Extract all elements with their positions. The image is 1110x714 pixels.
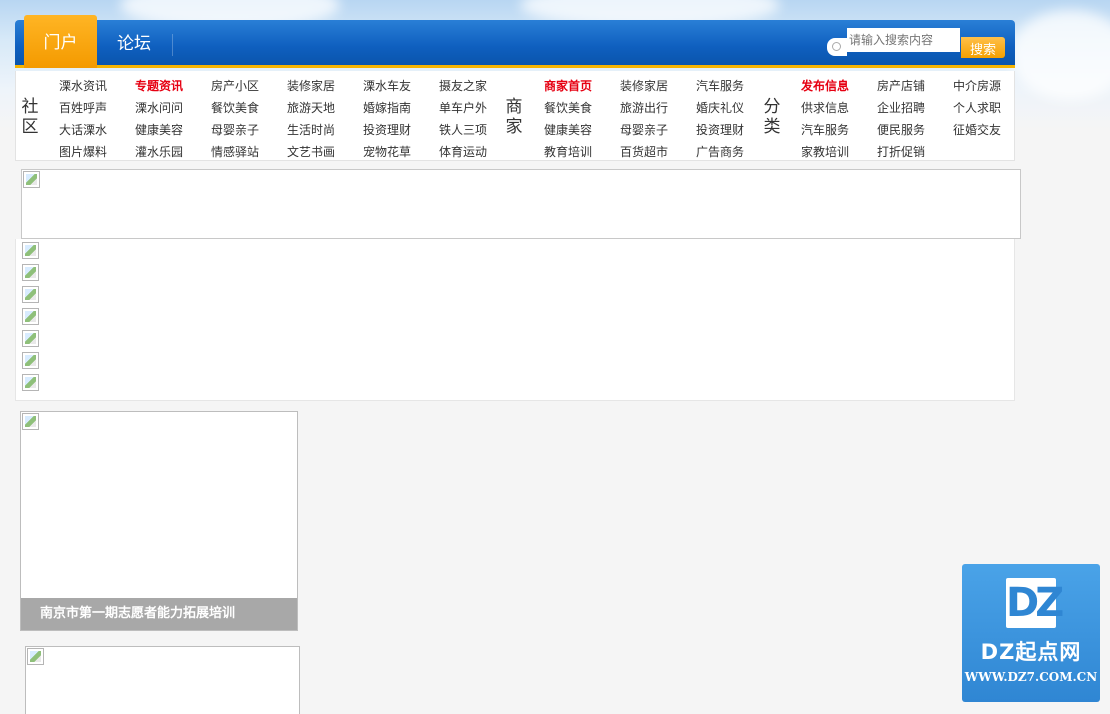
- category-link[interactable]: 征婚交友: [953, 119, 1001, 141]
- category-link[interactable]: 个人求职: [953, 97, 1001, 119]
- category-link[interactable]: 铁人三项: [439, 119, 487, 141]
- category-link[interactable]: 摄友之家: [439, 75, 487, 97]
- top-nav-bar: 门户 论坛 搜索: [15, 15, 1015, 68]
- category-link[interactable]: 宠物花草: [363, 141, 411, 163]
- category-column: 发布信息 供求信息 汽车服务 家教培训: [801, 75, 849, 163]
- category-link[interactable]: 广告商务: [696, 141, 744, 163]
- search-box: 搜索: [827, 28, 1007, 58]
- broken-image-icon: [22, 413, 39, 430]
- category-column: 溧水资讯 百姓呼声 大话溧水 图片爆料: [59, 75, 107, 163]
- category-link[interactable]: 百货超市: [620, 141, 668, 163]
- category-link[interactable]: 汽车服务: [801, 119, 849, 141]
- category-link[interactable]: 生活时尚: [287, 119, 335, 141]
- category-column: 装修家居 旅游出行 母婴亲子 百货超市: [620, 75, 668, 163]
- watermark-name: DZ起点网: [980, 640, 1082, 664]
- category-column: 摄友之家 单车户外 铁人三项 体育运动: [439, 75, 487, 163]
- search-input[interactable]: [847, 28, 960, 52]
- category-link[interactable]: 文艺书画: [287, 141, 335, 163]
- category-link[interactable]: 灌水乐园: [135, 141, 183, 163]
- category-link[interactable]: 溧水车友: [363, 75, 411, 97]
- watermark-logo: DZ DZ起点网 WWW.DZ7.COM.CN: [962, 564, 1100, 702]
- category-column: 房产小区 餐饮美食 母婴亲子 情感驿站: [211, 75, 259, 163]
- category-link[interactable]: 房产店铺: [877, 75, 925, 97]
- image-link-list: [15, 239, 1015, 401]
- category-link[interactable]: 房产小区: [211, 75, 259, 97]
- category-link[interactable]: 发布信息: [801, 75, 849, 97]
- category-link[interactable]: 旅游天地: [287, 97, 335, 119]
- broken-image-icon[interactable]: [22, 352, 39, 369]
- category-column: 装修家居 旅游天地 生活时尚 文艺书画: [287, 75, 335, 163]
- broken-image-icon: [27, 648, 44, 665]
- category-link[interactable]: 家教培训: [801, 141, 849, 163]
- category-link[interactable]: 打折促销: [877, 141, 925, 163]
- category-link[interactable]: 投资理财: [696, 119, 744, 141]
- category-column: 中介房源 个人求职 征婚交友: [953, 75, 1001, 141]
- tab-portal[interactable]: 门户: [24, 15, 97, 68]
- broken-image-icon[interactable]: [22, 286, 39, 303]
- category-link[interactable]: 汽车服务: [696, 75, 744, 97]
- category-column: 溧水车友 婚嫁指南 投资理财 宠物花草: [363, 75, 411, 163]
- category-panel: 社区 溧水资讯 百姓呼声 大话溧水 图片爆料 专题资讯 溧水问问 健康美容 灌水乐园 房产小区餐…: [15, 71, 1015, 161]
- watermark-logo-mark: DZ: [1006, 578, 1064, 628]
- sky-cloud: [1010, 10, 1110, 100]
- category-link[interactable]: 健康美容: [544, 119, 592, 141]
- category-link[interactable]: 专题资讯: [135, 75, 183, 97]
- category-link[interactable]: 餐饮美食: [544, 97, 592, 119]
- category-link[interactable]: 单车户外: [439, 97, 487, 119]
- category-link[interactable]: 供求信息: [801, 97, 849, 119]
- category-link[interactable]: 便民服务: [877, 119, 925, 141]
- category-link[interactable]: 婚嫁指南: [363, 97, 411, 119]
- category-link[interactable]: 商家首页: [544, 75, 592, 97]
- group-title-merchant: 商家: [505, 97, 523, 137]
- category-link[interactable]: 装修家居: [620, 75, 668, 97]
- category-link[interactable]: 装修家居: [287, 75, 335, 97]
- category-link[interactable]: 大话溧水: [59, 119, 107, 141]
- category-link[interactable]: 情感驿站: [211, 141, 259, 163]
- category-link[interactable]: 体育运动: [439, 141, 487, 163]
- category-link[interactable]: 溧水资讯: [59, 75, 107, 97]
- banner-ad[interactable]: [21, 169, 1021, 239]
- tab-forum[interactable]: 论坛: [103, 20, 165, 68]
- slide-caption[interactable]: 南京市第一期志愿者能力拓展培训: [21, 598, 297, 630]
- category-column: 房产店铺 企业招聘 便民服务 打折促销: [877, 75, 925, 163]
- category-column: 专题资讯 溧水问问 健康美容 灌水乐园: [135, 75, 183, 163]
- broken-image-icon: [23, 171, 40, 188]
- group-title-classified: 分类: [763, 97, 781, 137]
- category-link[interactable]: 图片爆料: [59, 141, 107, 163]
- watermark-url: WWW.DZ7.COM.CN: [964, 670, 1098, 684]
- nav-divider: [172, 34, 173, 56]
- category-link[interactable]: 企业招聘: [877, 97, 925, 119]
- category-link[interactable]: 婚庆礼仪: [696, 97, 744, 119]
- category-column: 商家首页 餐饮美食 健康美容 教育培训: [544, 75, 592, 163]
- category-link[interactable]: 母婴亲子: [211, 119, 259, 141]
- search-icon: [827, 38, 847, 56]
- category-link[interactable]: 旅游出行: [620, 97, 668, 119]
- broken-image-icon[interactable]: [22, 242, 39, 259]
- category-link[interactable]: 餐饮美食: [211, 97, 259, 119]
- broken-image-icon[interactable]: [22, 374, 39, 391]
- image-card[interactable]: [25, 646, 300, 714]
- broken-image-icon[interactable]: [22, 308, 39, 325]
- category-link[interactable]: 中介房源: [953, 75, 1001, 97]
- broken-image-icon[interactable]: [22, 330, 39, 347]
- category-link[interactable]: 母婴亲子: [620, 119, 668, 141]
- category-link[interactable]: 溧水问问: [135, 97, 183, 119]
- slide-card[interactable]: 南京市第一期志愿者能力拓展培训: [20, 411, 298, 631]
- category-link[interactable]: 百姓呼声: [59, 97, 107, 119]
- category-link[interactable]: 教育培训: [544, 141, 592, 163]
- category-link[interactable]: 健康美容: [135, 119, 183, 141]
- category-link[interactable]: 投资理财: [363, 119, 411, 141]
- broken-image-icon[interactable]: [22, 264, 39, 281]
- category-column: 汽车服务 婚庆礼仪 投资理财 广告商务: [696, 75, 744, 163]
- search-button[interactable]: 搜索: [961, 37, 1005, 58]
- group-title-community: 社区: [21, 97, 39, 137]
